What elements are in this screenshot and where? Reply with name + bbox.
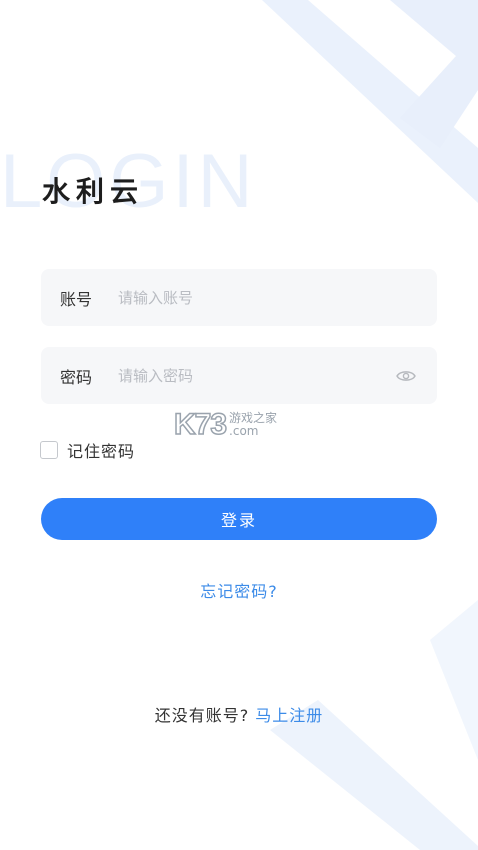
username-label: 账号 — [60, 289, 93, 309]
register-link[interactable]: 马上注册 — [255, 706, 323, 725]
register-prompt: 还没有账号? 马上注册 — [0, 702, 478, 726]
k73-logo: K73 — [173, 407, 228, 442]
remember-password-toggle[interactable]: 记住密码 — [40, 438, 135, 462]
login-screen: 水利云 账号 密码 记住密码 登录 忘记密码? 还没有账号? 马上注册 K73 … — [0, 0, 478, 850]
remember-password-checkbox[interactable] — [40, 441, 58, 459]
remember-password-label: 记住密码 — [67, 442, 136, 461]
register-question: 还没有账号? — [154, 706, 250, 725]
password-label: 密码 — [60, 367, 93, 387]
eye-icon[interactable] — [395, 365, 417, 387]
forgot-password-link[interactable]: 忘记密码? — [0, 578, 478, 602]
site-text: 游戏之家 .com — [229, 412, 277, 437]
app-title: 水利云 — [42, 175, 145, 208]
username-field: 账号 — [41, 269, 437, 326]
site-domain: .com — [229, 424, 259, 438]
login-button[interactable]: 登录 — [41, 498, 437, 540]
site-watermark-logo: K73 游戏之家 .com — [173, 407, 277, 442]
password-field: 密码 — [41, 347, 437, 404]
password-input[interactable] — [118, 366, 395, 385]
username-input[interactable] — [118, 288, 437, 307]
